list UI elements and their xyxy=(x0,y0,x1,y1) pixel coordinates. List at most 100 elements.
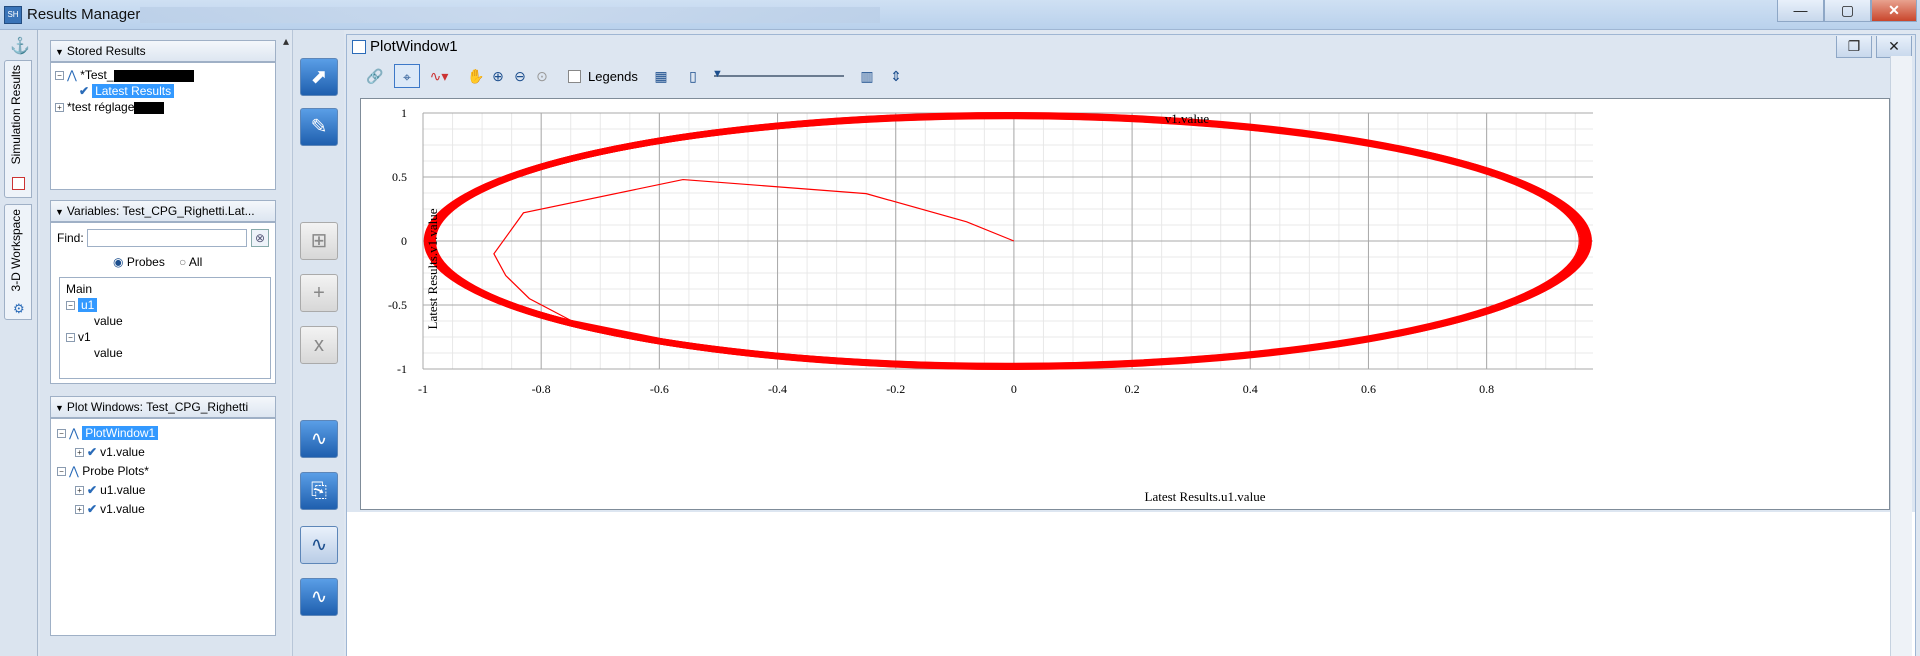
fit-vertical-icon[interactable]: ⇕ xyxy=(886,64,906,88)
tree-item-v1-value-2[interactable]: + ✔ v1.value xyxy=(57,501,269,517)
legends-label: Legends xyxy=(588,69,638,84)
probes-radio[interactable]: ◉ Probes xyxy=(113,255,165,269)
x-tick-label: -0.4 xyxy=(768,382,787,396)
grid-icon[interactable]: ▦ xyxy=(650,64,672,88)
x-tick-label: 0.8 xyxy=(1479,382,1494,396)
tree-item-u1-value[interactable]: value xyxy=(66,313,264,329)
plot-windows-header[interactable]: ▼ Plot Windows: Test_CPG_Righetti xyxy=(50,396,276,418)
edit-icon[interactable]: ✎ xyxy=(300,108,338,146)
plot-settings-icon[interactable]: ∿ xyxy=(300,526,338,564)
zoom-fit-icon[interactable]: ⊙ xyxy=(532,64,552,88)
close-plot-button[interactable]: ✕ xyxy=(1876,36,1912,58)
plot-window-empty-area xyxy=(347,512,1915,656)
clear-find-icon[interactable]: ⊗ xyxy=(251,229,269,247)
expand-icon[interactable]: + xyxy=(75,505,84,515)
tree-item-test[interactable]: − ⋀ *Test_ xyxy=(55,67,271,83)
tree-item-probe-plots[interactable]: − ⋀ Probe Plots* xyxy=(57,463,269,479)
x-tick-label: -0.2 xyxy=(886,382,905,396)
plot-icon xyxy=(12,177,25,190)
redacted-block xyxy=(113,69,194,82)
y-tick-label: 0 xyxy=(401,234,407,248)
x-tick-label: -0.8 xyxy=(532,382,551,396)
tab-simulation-results[interactable]: Simulation Results xyxy=(4,60,32,198)
tree-item-v1[interactable]: − v1 xyxy=(66,329,264,345)
collapse-icon[interactable]: − xyxy=(66,333,75,343)
time-slider-track[interactable] xyxy=(714,75,844,77)
variables-title: Variables: Test_CPG_Righetti.Lat... xyxy=(66,204,255,218)
collapse-icon[interactable]: − xyxy=(55,71,64,81)
time-slider-thumb[interactable]: ▼ xyxy=(712,68,723,80)
chart-icon: ⋀ xyxy=(69,464,79,478)
tree-item-latest-results[interactable]: ✔ Latest Results xyxy=(55,83,271,99)
copy-plot-icon[interactable]: ⎘ xyxy=(300,472,338,510)
pan-icon[interactable]: ✋ xyxy=(466,64,486,88)
link-icon[interactable]: 🔗 xyxy=(365,64,385,88)
bar-icon[interactable]: ▯ xyxy=(686,64,700,88)
tab-label: Simulation Results xyxy=(9,65,23,165)
check-icon: ✔ xyxy=(87,483,98,497)
y-tick-label: 1 xyxy=(401,106,407,120)
radio-checked-icon: ◉ xyxy=(113,255,124,269)
minimize-button[interactable]: — xyxy=(1777,0,1824,22)
expand-icon[interactable]: + xyxy=(55,103,64,113)
collapse-icon[interactable]: − xyxy=(57,429,66,439)
redacted-block xyxy=(134,101,165,114)
y-tick-label: -1 xyxy=(397,362,407,376)
sample-icon[interactable]: ▥ xyxy=(856,64,878,88)
variables-tree: Main − u1 value − v1 value xyxy=(59,277,271,379)
plot-window-title: PlotWindow1 xyxy=(370,38,458,55)
tree-item-u1[interactable]: − u1 xyxy=(66,297,264,313)
chart-icon: ⋀ xyxy=(67,68,77,82)
tree-item-v1-value[interactable]: + ✔ v1.value xyxy=(57,444,269,460)
tree-item-plotwindow1[interactable]: − ⋀ PlotWindow1 xyxy=(57,425,269,441)
plot-export-icon[interactable]: ∿ xyxy=(300,578,338,616)
export-results-icon[interactable]: ⬈ xyxy=(300,58,338,96)
blurred-title-path xyxy=(140,7,880,23)
curve-style-icon[interactable]: ∿▾ xyxy=(424,64,454,88)
tree-item-u1-value[interactable]: + ✔ u1.value xyxy=(57,482,269,498)
find-input[interactable] xyxy=(87,229,247,247)
probes-label: Probes xyxy=(126,255,165,269)
x-tick-labels: -1 -0.8 -0.6 -0.4 -0.2 0 0.2 0.4 0.6 0.8 xyxy=(418,382,1494,396)
pin-icon[interactable]: ⚓ xyxy=(10,36,30,56)
variables-header[interactable]: ▼ Variables: Test_CPG_Righetti.Lat... xyxy=(50,200,276,222)
item-label: v1.value xyxy=(100,445,145,459)
x-tick-label: -0.6 xyxy=(650,382,669,396)
collapse-icon[interactable]: − xyxy=(57,467,66,477)
variables-panel: Find: ⊗ ◉ Probes ○ All Main − u1 value − v… xyxy=(50,222,276,384)
expand-icon[interactable]: + xyxy=(75,448,84,458)
plot-area[interactable]: -1 -0.8 -0.6 -0.4 -0.2 0 0.2 0.4 0.6 0.8 1 0.5 0 -0.… xyxy=(360,98,1890,510)
expand-icon[interactable]: + xyxy=(75,486,84,496)
add-curve-disabled-icon[interactable]: + xyxy=(300,274,338,312)
tab-3d-workspace[interactable]: 3-D Workspace ⚙ xyxy=(4,204,32,320)
all-radio[interactable]: ○ All xyxy=(179,255,202,269)
item-label: v1 xyxy=(78,330,91,344)
stored-results-header[interactable]: ▼ Stored Results xyxy=(50,40,276,62)
collapse-icon[interactable]: − xyxy=(66,301,75,311)
close-button[interactable]: ✕ xyxy=(1871,0,1917,22)
x-tick-label: -1 xyxy=(418,382,428,396)
zoom-out-icon[interactable]: ⊖ xyxy=(510,64,530,88)
x-tick-label: 0 xyxy=(1011,382,1017,396)
chart-svg[interactable]: -1 -0.8 -0.6 -0.4 -0.2 0 0.2 0.4 0.6 0.8 1 0.5 0 -0.… xyxy=(361,99,1889,509)
find-label: Find: xyxy=(57,231,84,245)
crosshair-icon[interactable]: ⌖ xyxy=(394,64,420,88)
item-label: *test réglage xyxy=(67,100,135,114)
new-plot-disabled-icon[interactable]: ⊞ xyxy=(300,222,338,260)
plot-window-icon xyxy=(352,40,366,54)
x-tick-label: 0.4 xyxy=(1243,382,1258,396)
maximize-button[interactable]: ▢ xyxy=(1824,0,1871,22)
tree-item-test-reglage[interactable]: + *test réglage xyxy=(55,99,271,115)
vertical-scrollbar[interactable] xyxy=(1890,56,1912,656)
x-axis-disabled-icon[interactable]: x xyxy=(300,326,338,364)
legends-checkbox[interactable] xyxy=(568,70,581,83)
panel-arrow-icon[interactable]: ▴ xyxy=(283,34,289,48)
gear-icon: ⚙ xyxy=(13,301,25,316)
y-tick-label: -0.5 xyxy=(388,298,407,312)
new-plot-window-icon[interactable]: ∿ xyxy=(300,420,338,458)
zoom-in-icon[interactable]: ⊕ xyxy=(488,64,508,88)
tree-item-main[interactable]: Main xyxy=(66,281,264,297)
tree-item-v1-value[interactable]: value xyxy=(66,345,264,361)
x-axis-label: Latest Results.u1.value xyxy=(1145,489,1266,504)
restore-plot-button[interactable]: ❐ xyxy=(1836,36,1872,58)
